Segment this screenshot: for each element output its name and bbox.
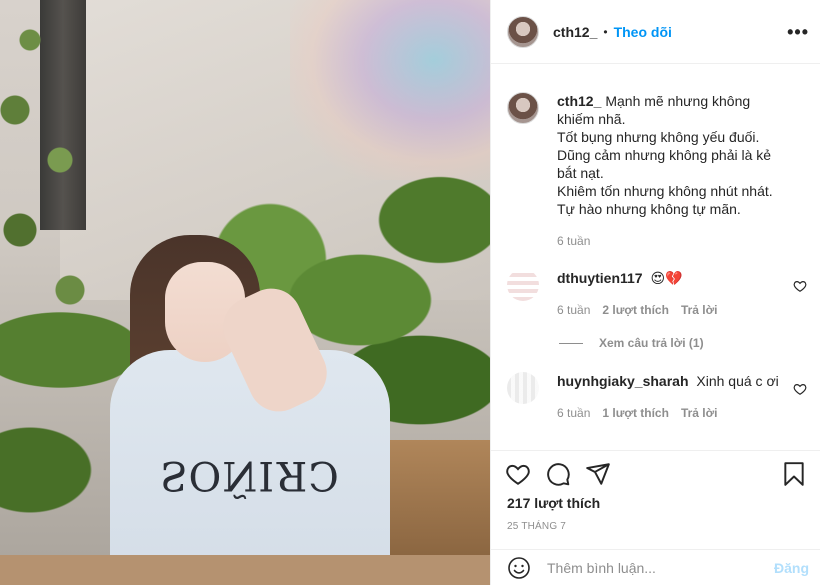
emoji-icon[interactable] [507, 556, 531, 580]
more-options-icon[interactable]: ••• [787, 22, 809, 43]
reply-button[interactable]: Trả lời [681, 404, 718, 422]
post-comment-button[interactable]: Đăng [774, 560, 809, 576]
comments-list[interactable]: cth12_ Mạnh mẽ nhưng không khiếm nhã. Tốt… [491, 64, 820, 450]
post-date[interactable]: 25 THÁNG 7 [507, 521, 566, 532]
photo-floor [0, 555, 490, 585]
comment-likes[interactable]: 2 lượt thích [602, 301, 669, 319]
save-button[interactable] [781, 461, 807, 490]
heart-outline-icon[interactable] [793, 279, 807, 293]
comment-text: Xinh quá c ơi [696, 373, 779, 389]
share-send-icon[interactable] [585, 461, 611, 487]
photo-shirt-print: SOÑIЯƆ [160, 452, 340, 498]
view-replies-button[interactable]: Xem câu trả lời (1) [559, 336, 704, 350]
caption: cth12_ Mạnh mẽ nhưng không khiếm nhã. Tốt… [507, 92, 807, 250]
like-heart-icon[interactable] [505, 461, 531, 487]
comment-username[interactable]: huynhgiaky_sharah [557, 373, 689, 389]
comment-bubble-icon[interactable] [545, 461, 571, 487]
comment-time[interactable]: 6 tuần [557, 404, 590, 422]
list-item: dthuytien117 😍💔 6 tuần 2 lượt thích Trả … [507, 269, 807, 319]
comment-form: Đăng [491, 549, 820, 585]
comment-text: 😍💔 [650, 270, 683, 286]
bookmark-icon [784, 462, 804, 486]
view-replies-label: Xem câu trả lời (1) [599, 336, 704, 350]
avatar[interactable] [507, 372, 539, 404]
list-item: huynhgiaky_sharah Xinh quá c ơi 6 tuần 1… [507, 372, 807, 422]
caption-username[interactable]: cth12_ [557, 93, 601, 109]
avatar[interactable] [507, 92, 539, 124]
post-photo[interactable]: SOÑIЯƆ [0, 0, 490, 585]
post-header: cth12_ • Theo dõi ••• [491, 0, 820, 64]
comment-username[interactable]: dthuytien117 [557, 270, 643, 286]
post-username[interactable]: cth12_ [553, 24, 597, 40]
avatar[interactable] [507, 15, 539, 48]
caption-text: Mạnh mẽ nhưng không khiếm nhã. Tốt bụng … [557, 93, 773, 217]
post-actions: 217 lượt thích 25 THÁNG 7 Đăng [491, 450, 820, 585]
replies-divider [559, 342, 583, 344]
comment-input[interactable] [547, 560, 767, 576]
avatar[interactable] [507, 269, 539, 301]
reply-button[interactable]: Trả lời [681, 301, 718, 319]
comment-likes[interactable]: 1 lượt thích [602, 404, 669, 422]
separator-dot: • [603, 24, 608, 39]
follow-button[interactable]: Theo dõi [614, 24, 672, 40]
heart-outline-icon[interactable] [793, 382, 807, 396]
comment-time[interactable]: 6 tuần [557, 301, 590, 319]
caption-time[interactable]: 6 tuần [557, 232, 590, 250]
likes-count[interactable]: 217 lượt thích [507, 495, 600, 511]
post-sidebar: cth12_ • Theo dõi ••• cth12_ Mạnh mẽ nhưn… [490, 0, 820, 585]
